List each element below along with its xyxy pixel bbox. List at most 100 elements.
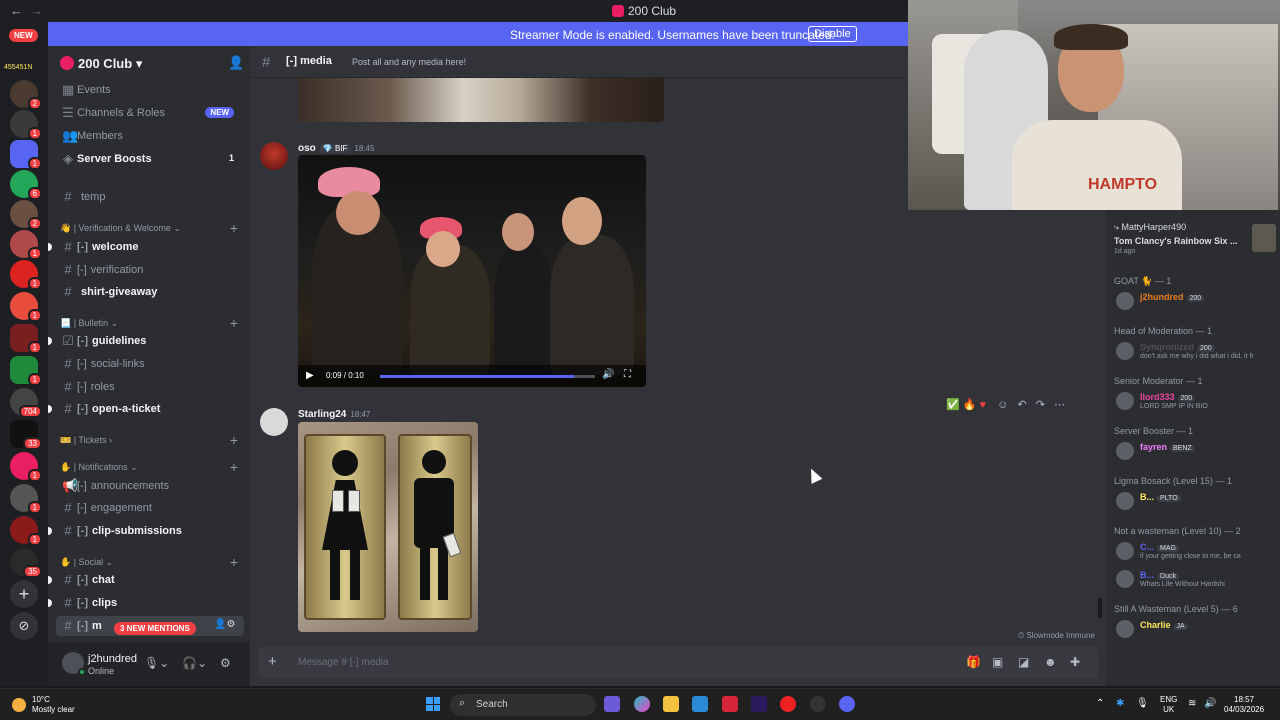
server-icon-6[interactable]: 1 <box>10 260 42 290</box>
message-composer[interactable]: + Message # [-] media 🎁 ▣ ◪ ☻ ✚ <box>258 646 1098 679</box>
edge-icon[interactable] <box>692 696 708 712</box>
bluetooth-icon[interactable]: ✱ <box>1116 698 1124 709</box>
add-channel-icon[interactable]: + <box>230 554 238 570</box>
discord-home-icon[interactable]: 1 <box>10 140 42 170</box>
copilot-icon[interactable] <box>634 696 650 712</box>
forward-icon[interactable]: ↷ <box>1036 399 1045 411</box>
disable-button[interactable]: Disable <box>808 26 857 42</box>
channel-announcements[interactable]: 📢 [-] announcements <box>56 476 244 496</box>
weather-widget[interactable]: 10°C Mostly clear <box>32 695 75 715</box>
play-icon[interactable]: ▶ <box>306 370 314 381</box>
volume-tray-icon[interactable]: 🔊 <box>1204 698 1216 709</box>
reply-icon[interactable]: ↶ <box>1017 399 1026 411</box>
sidebar-item-channels-roles[interactable]: ☰ Channels & Roles NEW <box>56 103 244 123</box>
server-icon-10[interactable]: 704 <box>10 388 42 418</box>
member-row[interactable]: C... MAG if your getting close to me, be c… <box>1114 540 1278 564</box>
server-icon-3[interactable]: 6 <box>10 170 42 200</box>
fullscreen-icon[interactable]: ⛶ <box>624 369 631 380</box>
tray-chevron-icon[interactable]: ⌃ <box>1096 698 1104 709</box>
channel-open-a-ticket[interactable]: # [-] open-a-ticket <box>48 399 244 419</box>
microphone-icon[interactable]: 🎙⌄ <box>144 656 169 670</box>
channel-clip-submissions[interactable]: # [-] clip-submissions <box>48 521 244 541</box>
add-channel-icon[interactable]: + <box>230 459 238 475</box>
volume-icon[interactable]: 🔊 <box>602 369 614 380</box>
gif-icon[interactable]: ▣ <box>992 655 1003 669</box>
sidebar-item-events[interactable]: ▦ Events <box>56 80 244 100</box>
fire-reaction-icon[interactable]: 🔥 <box>963 399 977 411</box>
premiere-icon[interactable] <box>751 696 767 712</box>
taskbar-search[interactable]: ⌕ Search <box>450 694 596 716</box>
server-icon-8[interactable]: 1 <box>10 324 42 354</box>
message-input[interactable]: Message # [-] media <box>298 657 389 668</box>
headphones-icon[interactable]: 🎧⌄ <box>182 656 207 670</box>
more-options-icon[interactable]: ⋯ <box>1054 399 1065 411</box>
member-row[interactable]: fayren BENZ <box>1114 440 1278 464</box>
widgets-icon[interactable] <box>604 696 620 712</box>
previous-image-attachment[interactable] <box>298 78 664 122</box>
channel-verification[interactable]: # [-] verification <box>56 260 244 280</box>
wifi-icon[interactable]: ≋ <box>1188 698 1196 709</box>
member-row[interactable]: llord333 200 LORD SMP IP IN BIO <box>1114 390 1278 414</box>
discord-taskbar-icon[interactable] <box>839 696 855 712</box>
video-progress-bar[interactable] <box>380 375 595 378</box>
server-icon-12[interactable]: 1 <box>10 452 42 482</box>
server-icon-11[interactable]: 33 <box>10 420 42 450</box>
message-author[interactable]: oso <box>298 143 316 154</box>
add-attachment-icon[interactable]: + <box>268 653 277 670</box>
settings-gear-icon[interactable]: ⚙ <box>220 656 231 670</box>
server-icon-7[interactable]: 1 <box>10 292 42 322</box>
server-icon-1[interactable]: 2 <box>10 80 42 110</box>
message-author[interactable]: Starling24 <box>298 409 346 420</box>
channel-chat[interactable]: # [-] chat <box>48 570 244 590</box>
sidebar-item-members[interactable]: 👥 Members <box>56 126 244 146</box>
opera-icon[interactable] <box>780 696 796 712</box>
video-attachment[interactable]: ▶ 0:09 / 0:10 🔊 ⛶ <box>298 155 646 387</box>
add-channel-icon[interactable]: + <box>230 432 238 448</box>
channel-temp[interactable]: # temp <box>56 187 244 207</box>
forward-arrow-icon[interactable]: → <box>30 3 43 18</box>
server-name-header[interactable]: 200 Club ▾ <box>78 56 142 72</box>
channel-engagement[interactable]: # [-] engagement <box>56 498 244 518</box>
member-row[interactable]: B... Duck Whats Life Without Hardshi <box>1114 568 1278 592</box>
server-icon-9[interactable]: 1 <box>10 356 42 386</box>
check-reaction-icon[interactable]: ✅ <box>946 399 960 411</box>
server-icon-15[interactable]: 35 <box>10 548 42 578</box>
server-icon-14[interactable]: 1 <box>10 516 42 546</box>
add-server-icon[interactable]: + <box>10 580 38 608</box>
member-row[interactable]: Charlie JA <box>1114 618 1278 642</box>
category-tickets[interactable]: 🎫 | Tickets › + <box>60 432 246 451</box>
channel-social-links[interactable]: # [-] social-links <box>56 354 244 374</box>
gift-icon[interactable]: 🎁 <box>966 655 981 669</box>
add-channel-icon[interactable]: + <box>230 220 238 236</box>
adobe-icon[interactable] <box>722 696 738 712</box>
channel-guidelines[interactable]: ☑ [-] guidelines <box>48 331 244 351</box>
chat-scrollbar[interactable] <box>1098 598 1102 618</box>
sidebar-item-server-boosts[interactable]: ◈ Server Boosts 1 <box>56 149 244 169</box>
avatar[interactable] <box>260 408 288 436</box>
server-icon-5[interactable]: 1 <box>10 230 42 260</box>
microphone-tray-icon[interactable]: 🎙 <box>1136 698 1149 709</box>
channel-roles[interactable]: # [-] roles <box>56 377 244 397</box>
windows-start-icon[interactable] <box>426 697 440 711</box>
add-reaction-icon[interactable]: ☺ <box>997 399 1008 411</box>
server-icon-2[interactable]: 1 <box>10 110 42 140</box>
add-channel-icon[interactable]: + <box>230 315 238 331</box>
apps-icon[interactable]: ✚ <box>1070 655 1080 669</box>
app-icon[interactable] <box>810 696 826 712</box>
sticker-icon[interactable]: ◪ <box>1018 655 1029 669</box>
server-icon-13[interactable]: 1 <box>10 484 42 514</box>
avatar[interactable] <box>260 142 288 170</box>
file-explorer-icon[interactable] <box>663 696 679 712</box>
activity-card[interactable]: ⤷ MattyHarper490 Tom Clancy's Rainbow Si… <box>1114 222 1238 255</box>
member-row[interactable]: Synqronized 200 don't ask me why i did wha… <box>1114 340 1278 364</box>
server-icon-4[interactable]: 2 <box>10 200 42 230</box>
discover-icon[interactable]: ⊘ <box>10 612 38 640</box>
channel-welcome[interactable]: # [-] welcome <box>48 237 244 257</box>
member-row[interactable]: j2hundred 200 <box>1114 290 1278 314</box>
back-arrow-icon[interactable]: ← <box>10 3 23 18</box>
emoji-icon[interactable]: ☻ <box>1044 655 1057 669</box>
member-row[interactable]: B... PLTO <box>1114 490 1278 514</box>
image-attachment[interactable] <box>298 422 478 632</box>
language-indicator[interactable]: ENG UK <box>1160 695 1177 715</box>
new-mentions-pill[interactable]: 3 NEW MENTIONS <box>114 622 196 635</box>
